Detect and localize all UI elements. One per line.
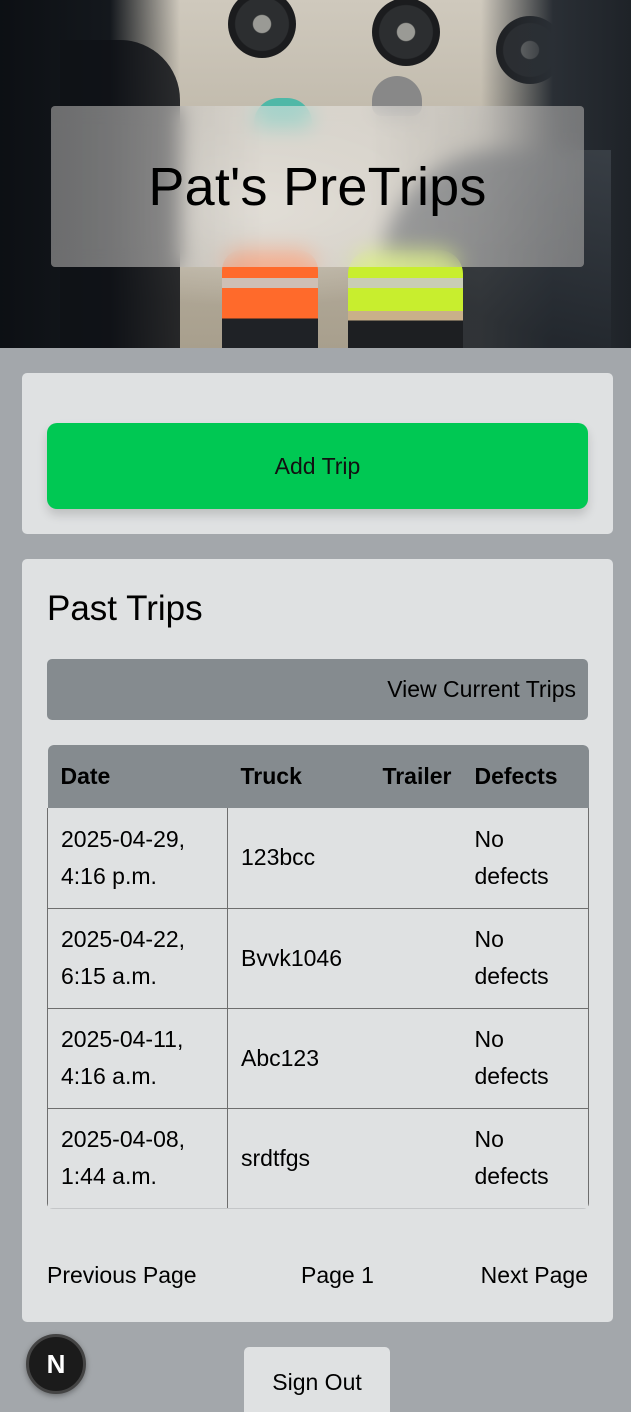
table-row[interactable]: 2025-04-08, 1:44 a.m. srdtfgs No defects [47,1107,589,1209]
dev-tools-badge-icon[interactable]: N [26,1334,86,1394]
trip-defects-cell: No defects [461,1107,589,1209]
title-panel: Pat's PreTrips [51,106,584,267]
current-page-indicator: Page 1 [301,1262,374,1288]
column-header-defects: Defects [461,745,589,808]
hero-banner: Pat's PreTrips [0,0,631,348]
trip-defects-cell: No defects [461,1007,589,1108]
trip-date-cell: 2025-04-08, 1:44 a.m. [47,1107,228,1209]
past-trips-heading: Past Trips [47,589,203,628]
next-page-link[interactable]: Next Page [481,1262,588,1289]
trip-trailer-cell [362,808,462,908]
trip-trailer-cell [362,1007,462,1108]
trip-truck-cell: Bvvk1046 [227,907,363,1008]
previous-page-link[interactable]: Previous Page [47,1262,197,1289]
add-trip-card: Add Trip [22,373,613,534]
trip-truck-cell: srdtfgs [227,1107,363,1209]
trip-date-cell: 2025-04-29, 4:16 p.m. [47,808,228,908]
trip-trailer-cell [362,907,462,1008]
column-header-date: Date [47,745,228,808]
trip-date-cell: 2025-04-11, 4:16 a.m. [47,1007,228,1108]
trip-defects-cell: No defects [461,907,589,1008]
dev-badge-letter: N [46,1348,66,1379]
past-trips-table: Date Truck Trailer Defects 2025-04-29, 4:… [47,745,589,1209]
column-header-truck: Truck [227,745,363,808]
table-row[interactable]: 2025-04-11, 4:16 a.m. Abc123 No defects [47,1007,589,1108]
truck-wheel-image [372,0,440,66]
trip-date-cell: 2025-04-22, 6:15 a.m. [47,907,228,1008]
trip-truck-cell: 123bcc [227,808,363,908]
table-row[interactable]: 2025-04-22, 6:15 a.m. Bvvk1046 No defects [47,907,589,1008]
app-title: Pat's PreTrips [148,156,487,217]
truck-wheel-image [228,0,296,58]
table-header-row: Date Truck Trailer Defects [47,745,589,808]
pagination: Previous Page Page 1 Next Page [47,1262,588,1292]
table-row[interactable]: 2025-04-29, 4:16 p.m. 123bcc No defects [47,808,589,908]
past-trips-card: Past Trips View Current Trips Date Truck… [22,559,613,1322]
trip-truck-cell: Abc123 [227,1007,363,1108]
trip-defects-cell: No defects [461,808,589,908]
column-header-trailer: Trailer [362,745,462,808]
sign-out-button[interactable]: Sign Out [244,1347,390,1412]
add-trip-button[interactable]: Add Trip [47,423,588,509]
trip-trailer-cell [362,1107,462,1209]
view-current-trips-button[interactable]: View Current Trips [47,659,588,720]
